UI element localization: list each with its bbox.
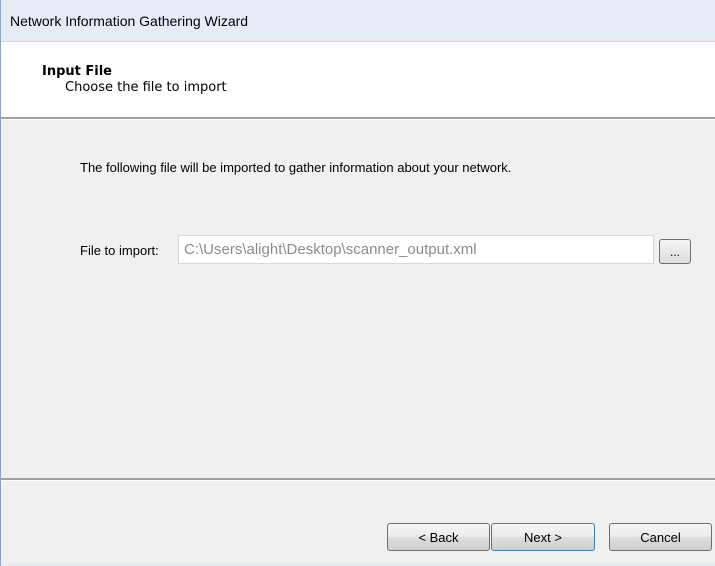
- description-text: The following file will be imported to g…: [80, 160, 512, 175]
- page-title: Input File: [42, 64, 113, 79]
- wizard-header: Input File Choose the file to import: [1, 42, 715, 117]
- back-button[interactable]: < Back: [387, 523, 490, 551]
- wizard-content: The following file will be imported to g…: [1, 120, 715, 478]
- file-path-input[interactable]: [178, 235, 654, 264]
- page-subtitle: Choose the file to import: [65, 80, 227, 95]
- window-title: Network Information Gathering Wizard: [10, 13, 249, 29]
- file-to-import-label: File to import:: [80, 243, 159, 258]
- browse-button[interactable]: ...: [659, 239, 691, 264]
- next-button[interactable]: Next >: [491, 523, 595, 551]
- title-bar: Network Information Gathering Wizard: [1, 0, 715, 42]
- cancel-button[interactable]: Cancel: [609, 523, 712, 551]
- wizard-window: Network Information Gathering Wizard Inp…: [0, 0, 715, 566]
- wizard-footer: < Back Next > Cancel: [1, 481, 715, 566]
